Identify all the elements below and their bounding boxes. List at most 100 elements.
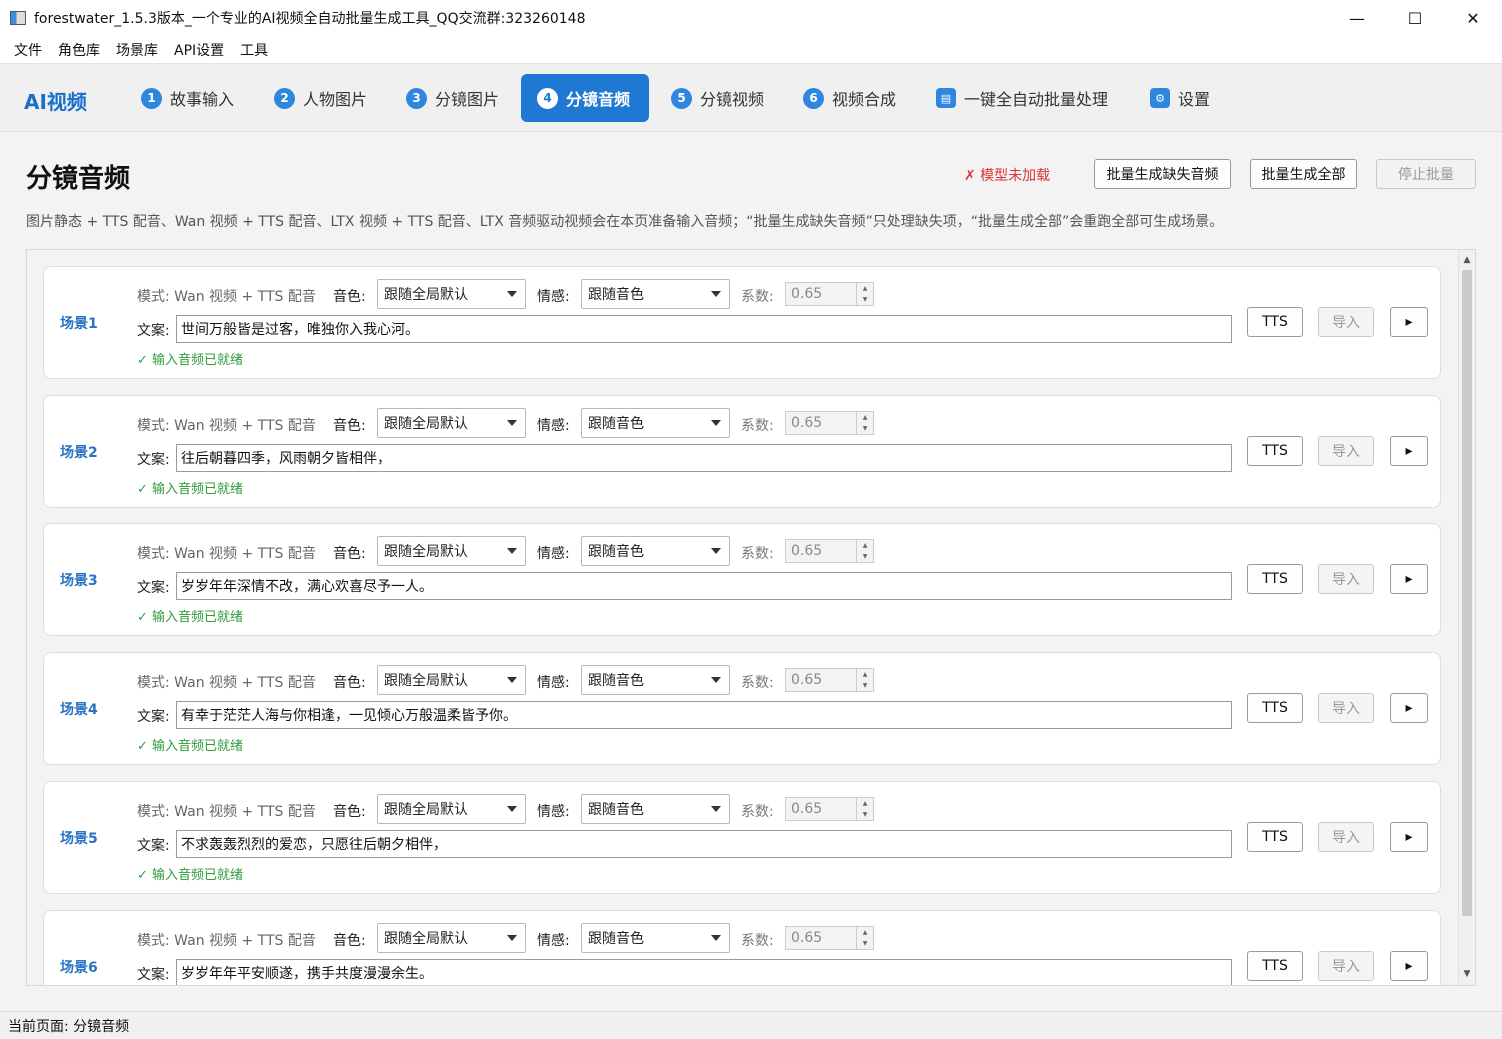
tts-button[interactable]: TTS — [1247, 693, 1303, 723]
script-label: 文案: — [137, 709, 170, 725]
tts-button[interactable]: TTS — [1247, 436, 1303, 466]
import-button[interactable]: 导入 — [1318, 951, 1374, 981]
import-button[interactable]: 导入 — [1318, 436, 1374, 466]
emotion-select[interactable]: 跟随音色 — [581, 279, 730, 309]
mode-text: 模式: Wan 视频 + TTS 配音 — [137, 804, 316, 820]
spin-arrows-icon[interactable]: ▲ ▼ — [856, 283, 873, 305]
audio-ready-status: ✓ 输入音频已就绪 — [137, 482, 244, 497]
tts-button[interactable]: TTS — [1247, 822, 1303, 852]
tab-video-compose[interactable]: 6 视频合成 — [787, 74, 912, 122]
script-input[interactable]: 世间万般皆是过客，唯独你入我心河。 — [176, 315, 1232, 343]
stop-batch-button[interactable]: 停止批量 — [1376, 159, 1476, 189]
script-input[interactable]: 岁岁年年深情不改，满心欢喜尽予一人。 — [176, 572, 1232, 600]
import-button[interactable]: 导入 — [1318, 564, 1374, 594]
emotion-select[interactable]: 跟随音色 — [581, 665, 730, 695]
tab-story-input[interactable]: 1 故事输入 — [125, 74, 250, 122]
import-button[interactable]: 导入 — [1318, 822, 1374, 852]
emotion-select[interactable]: 跟随音色 — [581, 536, 730, 566]
maximize-icon[interactable]: ☐ — [1386, 0, 1444, 36]
coef-spinbox[interactable]: 0.65 ▲ ▼ — [785, 282, 874, 306]
menu-api-settings[interactable]: API设置 — [166, 40, 232, 60]
vertical-scrollbar[interactable]: ▲ ▼ — [1458, 250, 1475, 985]
scroll-down-icon[interactable]: ▼ — [1459, 966, 1475, 982]
play-icon[interactable]: ▸ — [1390, 693, 1428, 723]
spin-arrows-icon[interactable]: ▲ ▼ — [856, 798, 873, 820]
play-icon[interactable]: ▸ — [1390, 822, 1428, 852]
import-button[interactable]: 导入 — [1318, 307, 1374, 337]
voice-select[interactable]: 跟随全局默认 — [377, 794, 526, 824]
tab-label: 分镜图片 — [435, 90, 500, 109]
tts-button[interactable]: TTS — [1247, 307, 1303, 337]
script-input[interactable]: 有幸于茫茫人海与你相逢，一见倾心万般温柔皆予你。 — [176, 701, 1232, 729]
step-4-icon: 4 — [537, 87, 558, 109]
emotion-select[interactable]: 跟随音色 — [581, 408, 730, 438]
emotion-label: 情感: — [537, 289, 570, 305]
voice-label: 音色: — [333, 546, 366, 562]
batch-generate-missing-button[interactable]: 批量生成缺失音频 — [1094, 159, 1231, 189]
script-input[interactable]: 岁岁年年平安顺遂，携手共度漫漫余生。 — [176, 959, 1232, 985]
emotion-select[interactable]: 跟随音色 — [581, 923, 730, 953]
tab-storyboard-images[interactable]: 3 分镜图片 — [390, 74, 515, 122]
page-description: 图片静态 + TTS 配音、Wan 视频 + TTS 配音、LTX 视频 + T… — [26, 214, 1224, 230]
play-icon[interactable]: ▸ — [1390, 436, 1428, 466]
spin-arrows-icon[interactable]: ▲ ▼ — [856, 669, 873, 691]
step-1-icon: 1 — [141, 87, 162, 109]
play-icon[interactable]: ▸ — [1390, 951, 1428, 981]
model-status: ✗ 模型未加载 — [964, 168, 1051, 184]
voice-select[interactable]: 跟随全局默认 — [377, 536, 526, 566]
page-title: 分镜音频 — [26, 164, 131, 194]
spin-arrows-icon[interactable]: ▲ ▼ — [856, 412, 873, 434]
menu-scene-library[interactable]: 场景库 — [108, 40, 166, 60]
play-icon[interactable]: ▸ — [1390, 564, 1428, 594]
coef-spinbox[interactable]: 0.65 ▲ ▼ — [785, 668, 874, 692]
script-input[interactable]: 往后朝暮四季，风雨朝夕皆相伴， — [176, 444, 1232, 472]
menu-file[interactable]: 文件 — [6, 40, 50, 60]
scene-label: 场景6 — [60, 960, 98, 976]
batch-generate-all-button[interactable]: 批量生成全部 — [1250, 159, 1357, 189]
tts-button[interactable]: TTS — [1247, 951, 1303, 981]
emotion-label: 情感: — [537, 804, 570, 820]
scroll-up-icon[interactable]: ▲ — [1459, 252, 1475, 268]
spin-arrows-icon[interactable]: ▲ ▼ — [856, 927, 873, 949]
menu-tools[interactable]: 工具 — [232, 40, 276, 60]
window-controls: — ☐ ✕ — [1328, 0, 1502, 36]
minimize-icon[interactable]: — — [1328, 0, 1386, 36]
coef-spinbox[interactable]: 0.65 ▲ ▼ — [785, 411, 874, 435]
nav-bar: AI视频 1 故事输入 2 人物图片 3 分镜图片 4 分镜音频 5 分镜视频 … — [0, 64, 1502, 132]
coef-spinbox[interactable]: 0.65 ▲ ▼ — [785, 797, 874, 821]
menu-character-library[interactable]: 角色库 — [50, 40, 108, 60]
coef-label: 系数: — [741, 933, 774, 949]
voice-select[interactable]: 跟随全局默认 — [377, 408, 526, 438]
audio-ready-status: ✓ 输入音频已就绪 — [137, 353, 244, 368]
chevron-down-icon — [711, 420, 721, 426]
tab-settings[interactable]: ⚙ 设置 — [1134, 74, 1226, 122]
close-icon[interactable]: ✕ — [1444, 0, 1502, 36]
coef-label: 系数: — [741, 289, 774, 305]
coef-label: 系数: — [741, 546, 774, 562]
voice-select[interactable]: 跟随全局默认 — [377, 279, 526, 309]
voice-select[interactable]: 跟随全局默认 — [377, 923, 526, 953]
chevron-down-icon — [711, 806, 721, 812]
script-input[interactable]: 不求轰轰烈烈的爱恋，只愿往后朝夕相伴， — [176, 830, 1232, 858]
tab-storyboard-audio[interactable]: 4 分镜音频 — [521, 74, 649, 122]
emotion-select[interactable]: 跟随音色 — [581, 794, 730, 824]
title-bar: forestwater_1.5.3版本_一个专业的AI视频全自动批量生成工具_Q… — [0, 0, 1502, 36]
tab-character-images[interactable]: 2 人物图片 — [258, 74, 383, 122]
scrollbar-thumb[interactable] — [1462, 270, 1472, 916]
play-icon[interactable]: ▸ — [1390, 307, 1428, 337]
tab-one-click-batch[interactable]: ▤ 一键全自动批量处理 — [920, 74, 1124, 122]
chevron-down-icon — [507, 291, 517, 297]
spin-arrows-icon[interactable]: ▲ ▼ — [856, 540, 873, 562]
tab-label: 分镜音频 — [566, 90, 631, 109]
tts-button[interactable]: TTS — [1247, 564, 1303, 594]
tab-storyboard-video[interactable]: 5 分镜视频 — [655, 74, 780, 122]
import-button[interactable]: 导入 — [1318, 693, 1374, 723]
emotion-label: 情感: — [537, 418, 570, 434]
voice-label: 音色: — [333, 933, 366, 949]
scene-list[interactable]: 场景1 模式: Wan 视频 + TTS 配音 音色: 跟随全局默认 情感: 跟… — [26, 249, 1476, 986]
coef-spinbox[interactable]: 0.65 ▲ ▼ — [785, 539, 874, 563]
coef-spinbox[interactable]: 0.65 ▲ ▼ — [785, 926, 874, 950]
emotion-label: 情感: — [537, 546, 570, 562]
step-5-icon: 5 — [671, 87, 692, 109]
voice-select[interactable]: 跟随全局默认 — [377, 665, 526, 695]
